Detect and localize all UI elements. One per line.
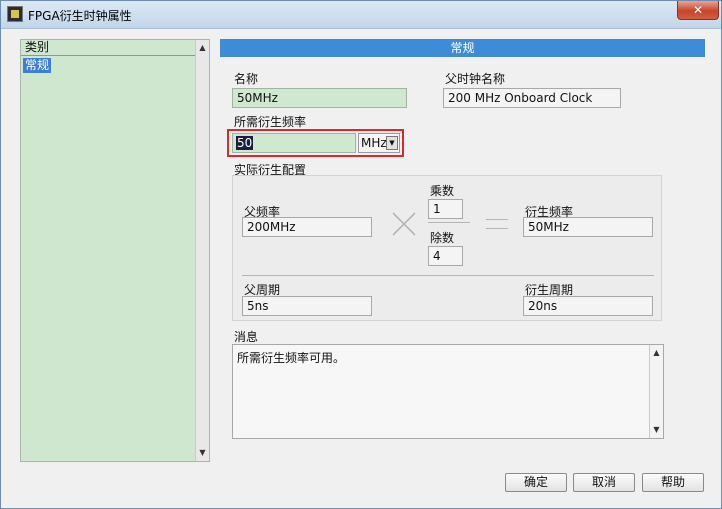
frequency-unit-select[interactable]: MHz ▼ [358, 133, 400, 153]
name-label: 名称 [234, 72, 259, 86]
dialog-window: FPGA衍生时钟属性 ✕ 类别 常规 ▲ ▼ 常规 名称 50MHz 父时钟名称… [0, 0, 722, 509]
message-text: 所需衍生频率可用。 [237, 351, 346, 365]
dropdown-arrow-icon[interactable]: ▼ [386, 136, 398, 150]
window-title: FPGA衍生时钟属性 [28, 9, 132, 23]
fraction-line [428, 222, 470, 223]
section-title-bar: 常规 [220, 39, 705, 57]
parent-period-field: 5ns [242, 296, 372, 316]
cancel-button[interactable]: 取消 [573, 473, 635, 492]
divisor-field: 4 [428, 246, 463, 266]
scroll-up-icon[interactable]: ▲ [196, 40, 209, 56]
desired-frequency-value: 50 [236, 136, 254, 150]
category-scrollbar[interactable]: ▲ ▼ [195, 40, 209, 461]
labview-app-icon [7, 6, 23, 22]
parent-clock-label: 父时钟名称 [445, 72, 506, 86]
help-button[interactable]: 帮助 [642, 473, 704, 492]
parent-frequency-field: 200MHz [242, 217, 372, 237]
desired-frequency-label: 所需衍生频率 [234, 115, 307, 129]
message-scrollbar[interactable]: ▲ ▼ [649, 345, 663, 438]
message-label: 消息 [234, 330, 259, 344]
period-divider [242, 275, 654, 276]
category-header: 类别 [21, 40, 195, 56]
divisor-label: 除数 [430, 231, 455, 245]
derived-frequency-field: 50MHz [523, 217, 653, 237]
title-bar[interactable]: FPGA衍生时钟属性 ✕ [1, 1, 721, 29]
desired-frequency-input[interactable]: 50 [232, 133, 356, 153]
message-box[interactable]: 所需衍生频率可用。 ▲ ▼ [232, 344, 664, 439]
scroll-down-icon[interactable]: ▼ [196, 445, 209, 461]
scroll-down-icon[interactable]: ▼ [650, 422, 663, 438]
multiplier-label: 乘数 [430, 184, 455, 198]
ok-button[interactable]: 确定 [505, 473, 567, 492]
derived-period-field: 20ns [523, 296, 653, 316]
name-field[interactable]: 50MHz [232, 88, 407, 108]
category-list[interactable]: 类别 常规 ▲ ▼ [20, 39, 210, 462]
frequency-unit-value: MHz [361, 136, 387, 150]
multiply-icon [392, 212, 416, 236]
equals-icon-top [486, 219, 508, 220]
equals-icon-bottom [486, 228, 508, 229]
scroll-up-icon[interactable]: ▲ [650, 345, 663, 361]
close-button[interactable]: ✕ [677, 1, 719, 20]
category-item-general[interactable]: 常规 [23, 58, 52, 73]
multiplier-field: 1 [428, 199, 463, 219]
parent-clock-field: 200 MHz Onboard Clock [443, 88, 621, 108]
